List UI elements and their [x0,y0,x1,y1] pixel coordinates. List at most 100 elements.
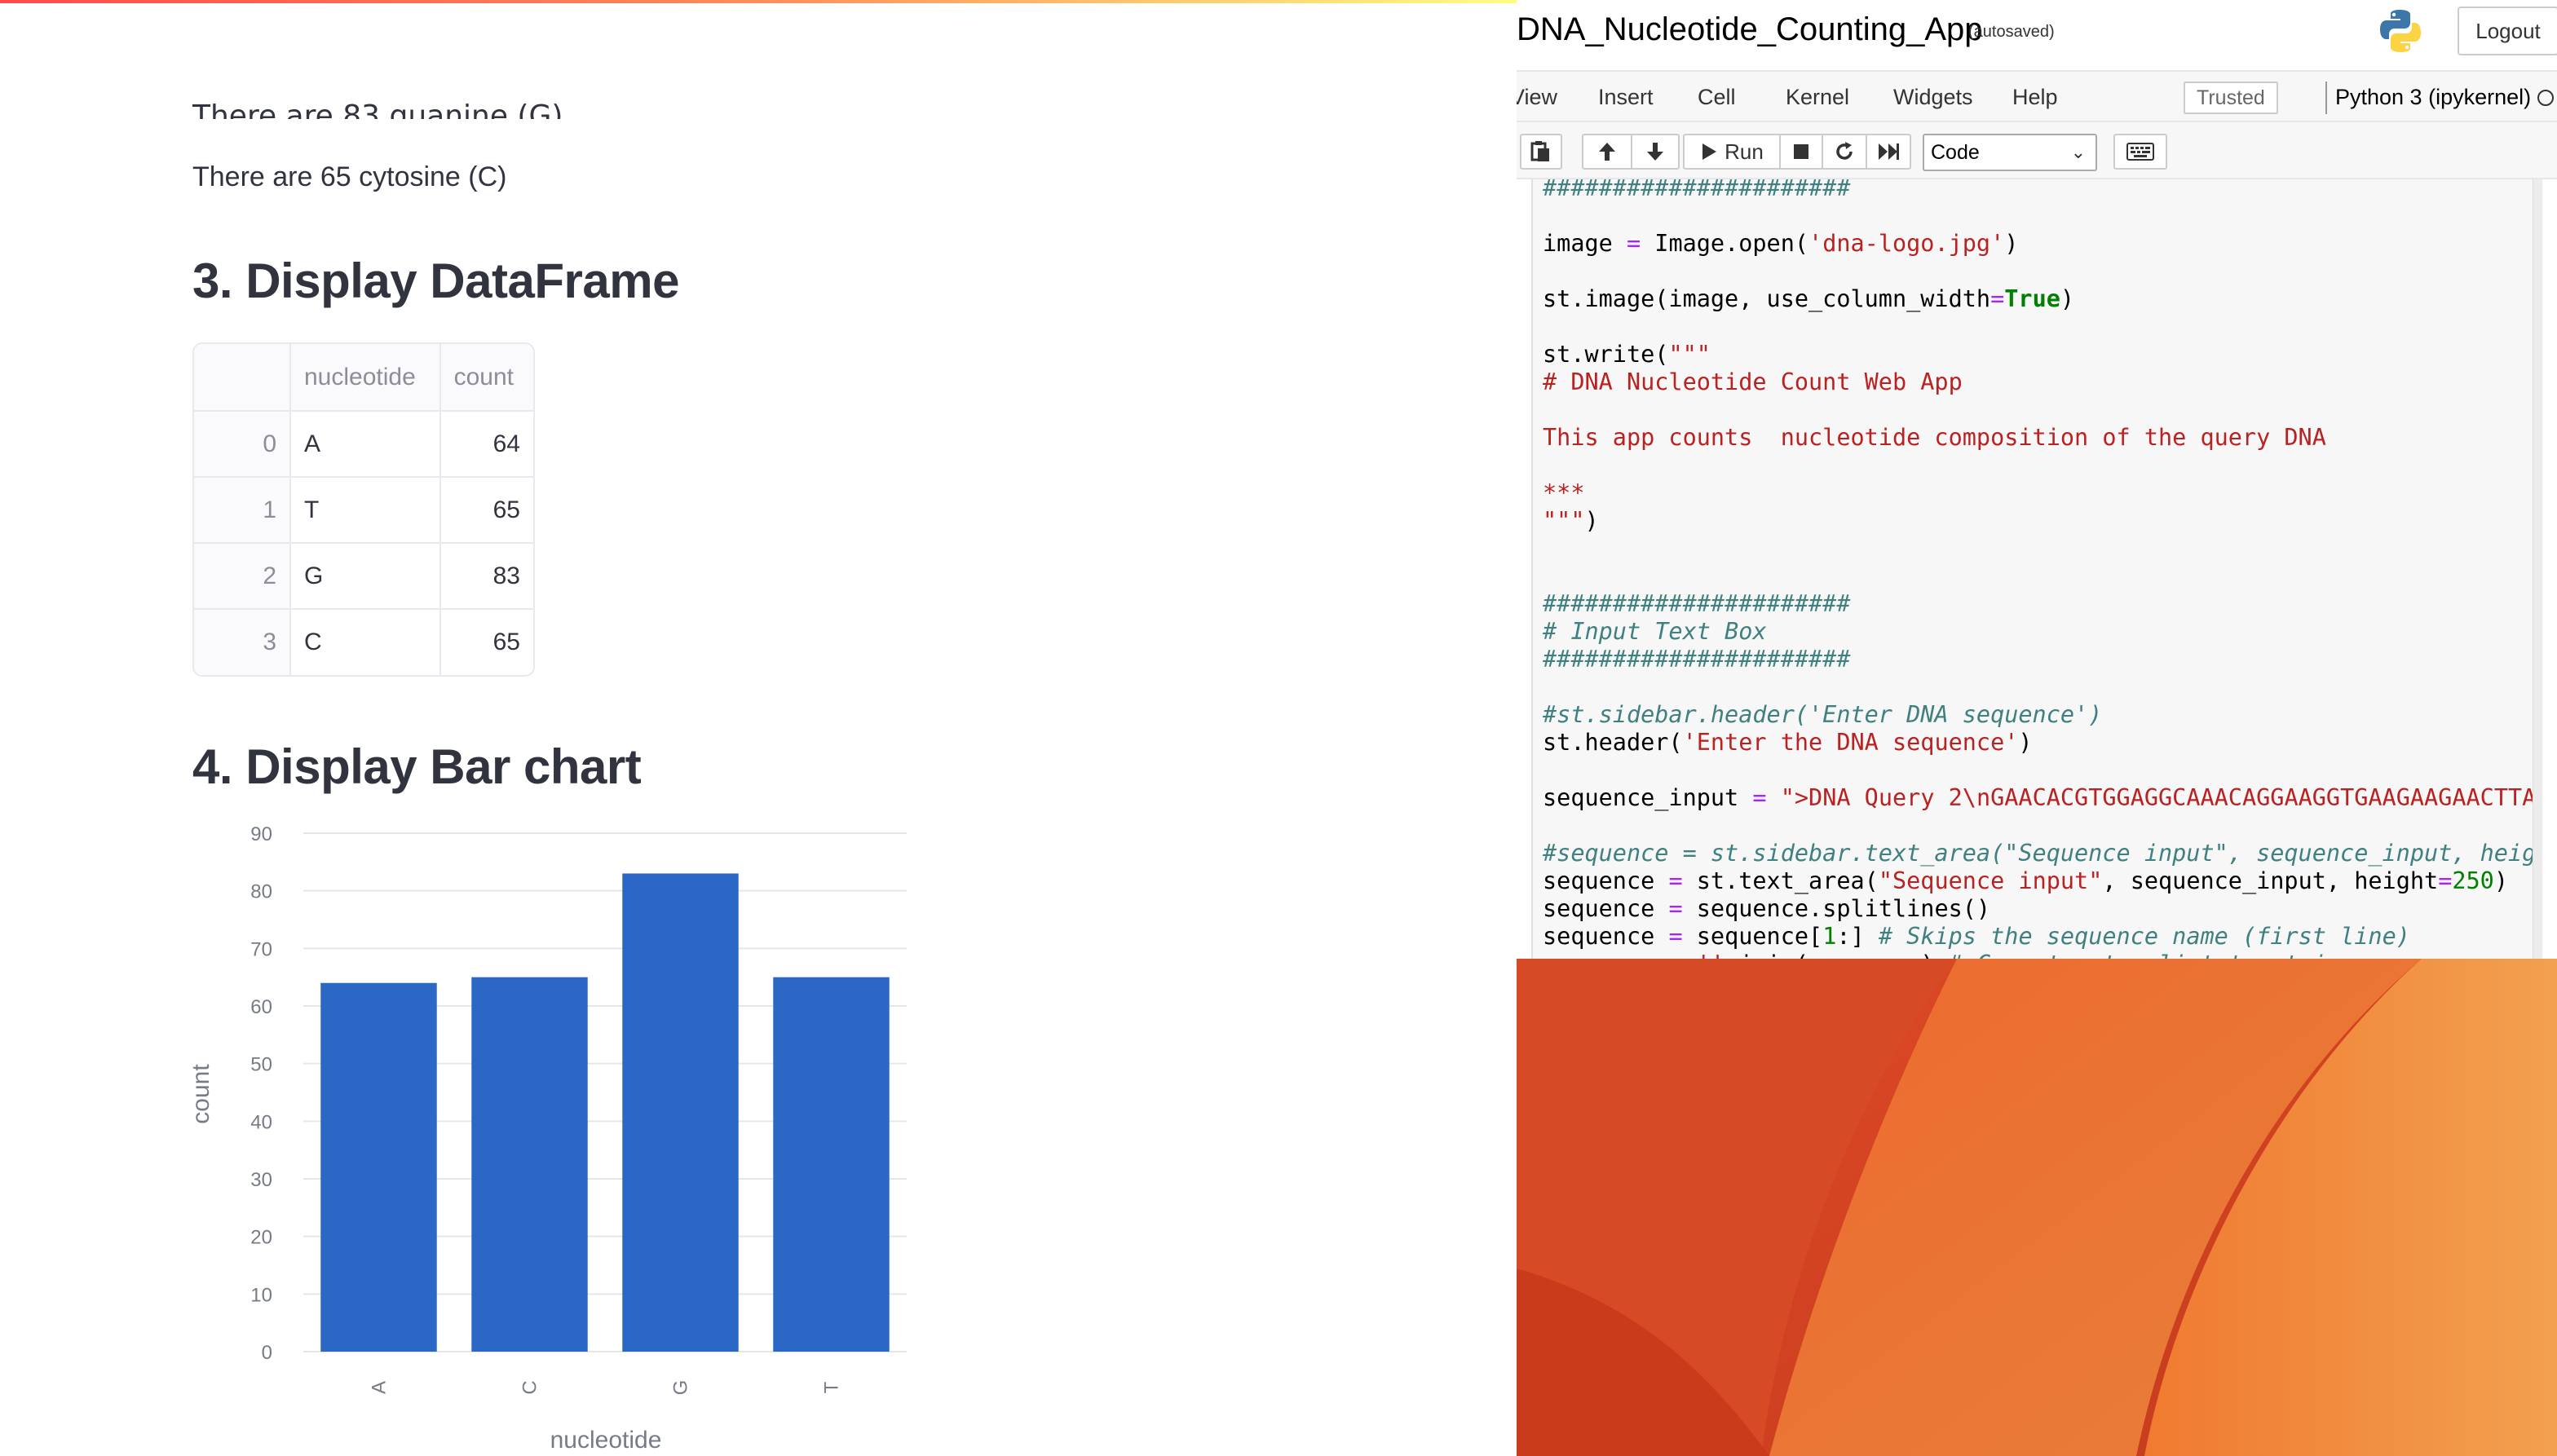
table-header-row: nucleotide count [194,344,533,412]
column-header-nucleotide[interactable]: nucleotide [290,344,441,412]
row-index[interactable]: 1 [194,477,291,544]
code-token: Image.open( [1641,230,1809,257]
nucleotide-bar-chart[interactable]: 0 10 20 30 40 50 60 70 80 90 A C G T count nucleotid… [179,815,930,1456]
code-token: st.image(image, use_column_width [1543,285,1991,312]
bar-t[interactable] [773,977,890,1352]
cell-type-select[interactable]: Code ⌄ [1923,134,2097,171]
table-row: 1 T 65 [194,477,533,544]
x-tick-label: C [519,1380,541,1394]
code-token: sequence [1543,895,1669,922]
code-line: st.image(image, use_column_width=True) [1543,285,2542,313]
autosave-status: (autosaved) [1968,23,2055,41]
cell-nucleotide[interactable]: G [290,543,441,610]
bar-g[interactable] [622,873,739,1352]
code-token: :] [1836,923,1879,950]
guanine-count-line-partial: There are 83 guanine (G) [192,99,563,119]
cytosine-count-line: There are 65 cytosine (C) [192,161,507,192]
fast-forward-icon [1879,143,1899,160]
run-cell-button[interactable]: Run [1683,134,1781,170]
chevron-down-icon: ⌄ [2070,142,2086,162]
bar-a[interactable] [320,982,437,1352]
editor-scrollbar[interactable] [2533,179,2542,959]
stop-icon [1794,144,1808,159]
y-tick-label: 40 [250,1111,272,1133]
column-header-count[interactable]: count [439,344,533,412]
menu-kernel[interactable]: Kernel [1786,85,1849,110]
x-tick-label: T [821,1381,843,1393]
notebook-header: DNA_Nucleotide_Counting_App (autosaved) … [1517,0,2557,70]
menu-view[interactable]: View [1517,85,1557,110]
cell-count[interactable]: 65 [440,609,533,675]
menu-widgets[interactable]: Widgets [1893,85,1973,110]
code-token: 'dna-logo.jpg' [1808,230,2005,257]
code-token: # Concatenates list to string [1949,951,2355,959]
kernel-name[interactable]: Python 3 (ipykernel) [2335,85,2531,110]
x-axis-label: nucleotide [550,1427,662,1454]
logout-button[interactable]: Logout [2458,7,2557,55]
python-logo-icon [2380,10,2421,52]
code-token: sequence[ [1682,923,1823,950]
interrupt-kernel-button[interactable] [1779,134,1823,170]
command-palette-button[interactable] [2113,134,2167,170]
code-text[interactable]: ###################### image = Image.open… [1543,179,2542,959]
kernel-idle-icon [2537,90,2554,106]
cell-count[interactable]: 64 [439,411,533,478]
move-cell-up-button[interactable] [1582,134,1632,170]
code-token: ###################### [1543,179,1851,201]
row-index[interactable]: 0 [194,411,291,478]
paste-cells-button[interactable] [1520,134,1562,170]
code-token: # Skips the sequence name (first line) [1878,923,2410,950]
code-token: ###################### [1543,646,1851,673]
bar-c[interactable] [471,977,588,1352]
code-token: ) [2493,867,2509,894]
code-token: st.header( [1543,729,1683,756]
menu-insert[interactable]: Insert [1598,85,1654,110]
code-line: # DNA Nucleotide Count Web App [1543,368,2542,396]
table-row: 0 A 64 [194,411,533,478]
code-token: = [1668,895,1683,922]
code-token: sequence_input [1543,784,1753,811]
code-token: """ [1543,507,1585,534]
code-cell-editor[interactable]: ###################### image = Image.open… [1531,179,2542,959]
cell-count[interactable]: 83 [439,543,533,610]
code-line: #st.sidebar.header('Enter DNA sequence') [1543,701,2542,729]
notebook-toolbar: Run Code ⌄ [1517,122,2557,179]
code-token: ###################### [1543,590,1851,617]
cell-nucleotide[interactable]: A [290,411,441,478]
code-token: # Input Text Box [1543,618,1767,645]
cell-nucleotide[interactable]: T [290,477,441,544]
code-line: st.header('Enter the DNA sequence') [1543,729,2542,757]
restart-kernel-button[interactable] [1822,134,1867,170]
code-token: # DNA Nucleotide Count Web App [1543,368,1963,395]
move-cell-down-button[interactable] [1631,134,1680,170]
notebook-title[interactable]: DNA_Nucleotide_Counting_App [1517,11,1982,48]
dataframe-table[interactable]: nucleotide count 0 A 64 1 T 65 2 G 83 3 … [192,342,535,677]
cell-nucleotide[interactable]: C [290,609,441,675]
restart-run-all-button[interactable] [1866,134,1911,170]
streamlit-app: There are 83 guanine (G) There are 65 cy… [0,0,1517,1456]
menu-help[interactable]: Help [2012,85,2058,110]
menu-cell[interactable]: Cell [1698,85,1736,110]
cell-count[interactable]: 65 [439,477,533,544]
kernel-separator [2325,82,2327,114]
x-tick-label: A [369,1381,391,1394]
column-header-index[interactable] [194,344,291,412]
y-tick-label: 20 [250,1227,272,1249]
y-tick-label: 90 [250,823,272,845]
y-axis-label: count [188,1064,214,1124]
restart-icon [1836,142,1853,160]
code-token: ) [2018,729,2033,756]
row-index[interactable]: 3 [194,609,291,675]
trusted-indicator[interactable]: Trusted [2184,82,2278,114]
code-token: = [1668,923,1683,950]
arrow-up-icon [1599,143,1615,161]
cell-type-value: Code [1931,141,1980,164]
row-index[interactable]: 2 [194,543,291,610]
